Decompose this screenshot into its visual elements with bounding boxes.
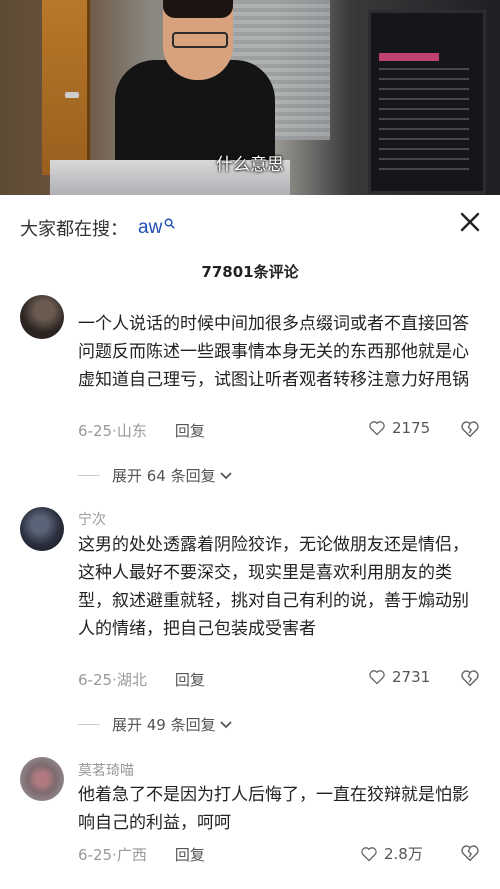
avatar[interactable] [20,507,64,551]
search-term[interactable]: aw [138,217,162,239]
expand-replies-label: 展开 49 条回复 [112,716,216,734]
comment-text: 一个人说话的时候中间加很多点缀词或者不直接回答问题反而陈述一些跟事情本身无关的东… [78,314,469,390]
expand-replies-button[interactable]: 展开 64 条回复 [78,465,233,486]
chevron-down-icon [219,720,232,728]
expand-replies-button[interactable]: 展开 49 条回复 [78,714,233,735]
video-door-handle [65,92,79,98]
video-caption: 什么意思 [216,155,284,175]
video-person-hair [163,0,233,18]
search-icon [164,218,175,229]
broken-heart-icon[interactable] [460,844,480,862]
comment-username[interactable]: 宁次 [78,509,106,529]
close-icon[interactable] [457,209,483,235]
comment-count: 77801条评论 [201,263,299,281]
like-button[interactable]: 2175 [368,419,430,437]
comment-location: 广西 [116,846,147,864]
avatar[interactable] [20,757,64,801]
reply-button[interactable]: 回复 [175,844,205,865]
comment-meta: 6-25 · 湖北 回复 [78,669,205,690]
search-suggestion[interactable]: 大家都在搜： aw [20,215,175,241]
comments-sheet: 大家都在搜： aw 77801条评论 一个人说话的时候中间加很多点缀词或者不直接… [0,195,500,889]
video-player[interactable]: 什么意思 [0,0,500,195]
comment-username[interactable]: 莫茗琦喵 [78,760,134,780]
like-count: 2.8万 [384,845,423,863]
comment-date: 6-25 [78,845,113,864]
expand-divider [78,475,100,476]
comment-text: 他着急了不是因为打人后悔了，一直在狡辩就是怕影响自己的利益，呵呵 [78,785,469,833]
like-button[interactable]: 2731 [368,668,430,686]
comment-location: 湖北 [116,671,147,689]
comment-meta: 6-25 · 山东 回复 [78,420,205,441]
broken-heart-icon[interactable] [460,669,480,687]
broken-heart-icon[interactable] [460,420,480,438]
heart-icon [369,421,385,436]
video-door [42,0,90,175]
comment-location: 山东 [116,422,147,440]
video-monitor-bar [379,53,439,61]
chevron-down-icon [219,471,232,479]
avatar[interactable] [20,295,64,339]
search-prefix: 大家都在搜： [20,219,128,240]
heart-icon [369,670,385,685]
video-person-glasses [172,32,228,48]
reply-button[interactable]: 回复 [175,669,205,690]
like-count: 2731 [392,668,431,686]
comment-date: 6-25 [78,421,113,440]
expand-divider [78,724,100,725]
reply-button[interactable]: 回复 [175,420,205,441]
comment-text: 这男的处处透露着阴险狡诈，无论做朋友还是情侣，这种人最好不要深交，现实里是喜欢利… [78,535,469,639]
heart-icon [361,846,377,861]
like-count: 2175 [392,419,431,437]
expand-replies-label: 展开 64 条回复 [112,467,216,485]
like-button[interactable]: 2.8万 [360,843,423,864]
comment-date: 6-25 [78,670,113,689]
comment-meta: 6-25 · 广西 回复 [78,844,205,865]
